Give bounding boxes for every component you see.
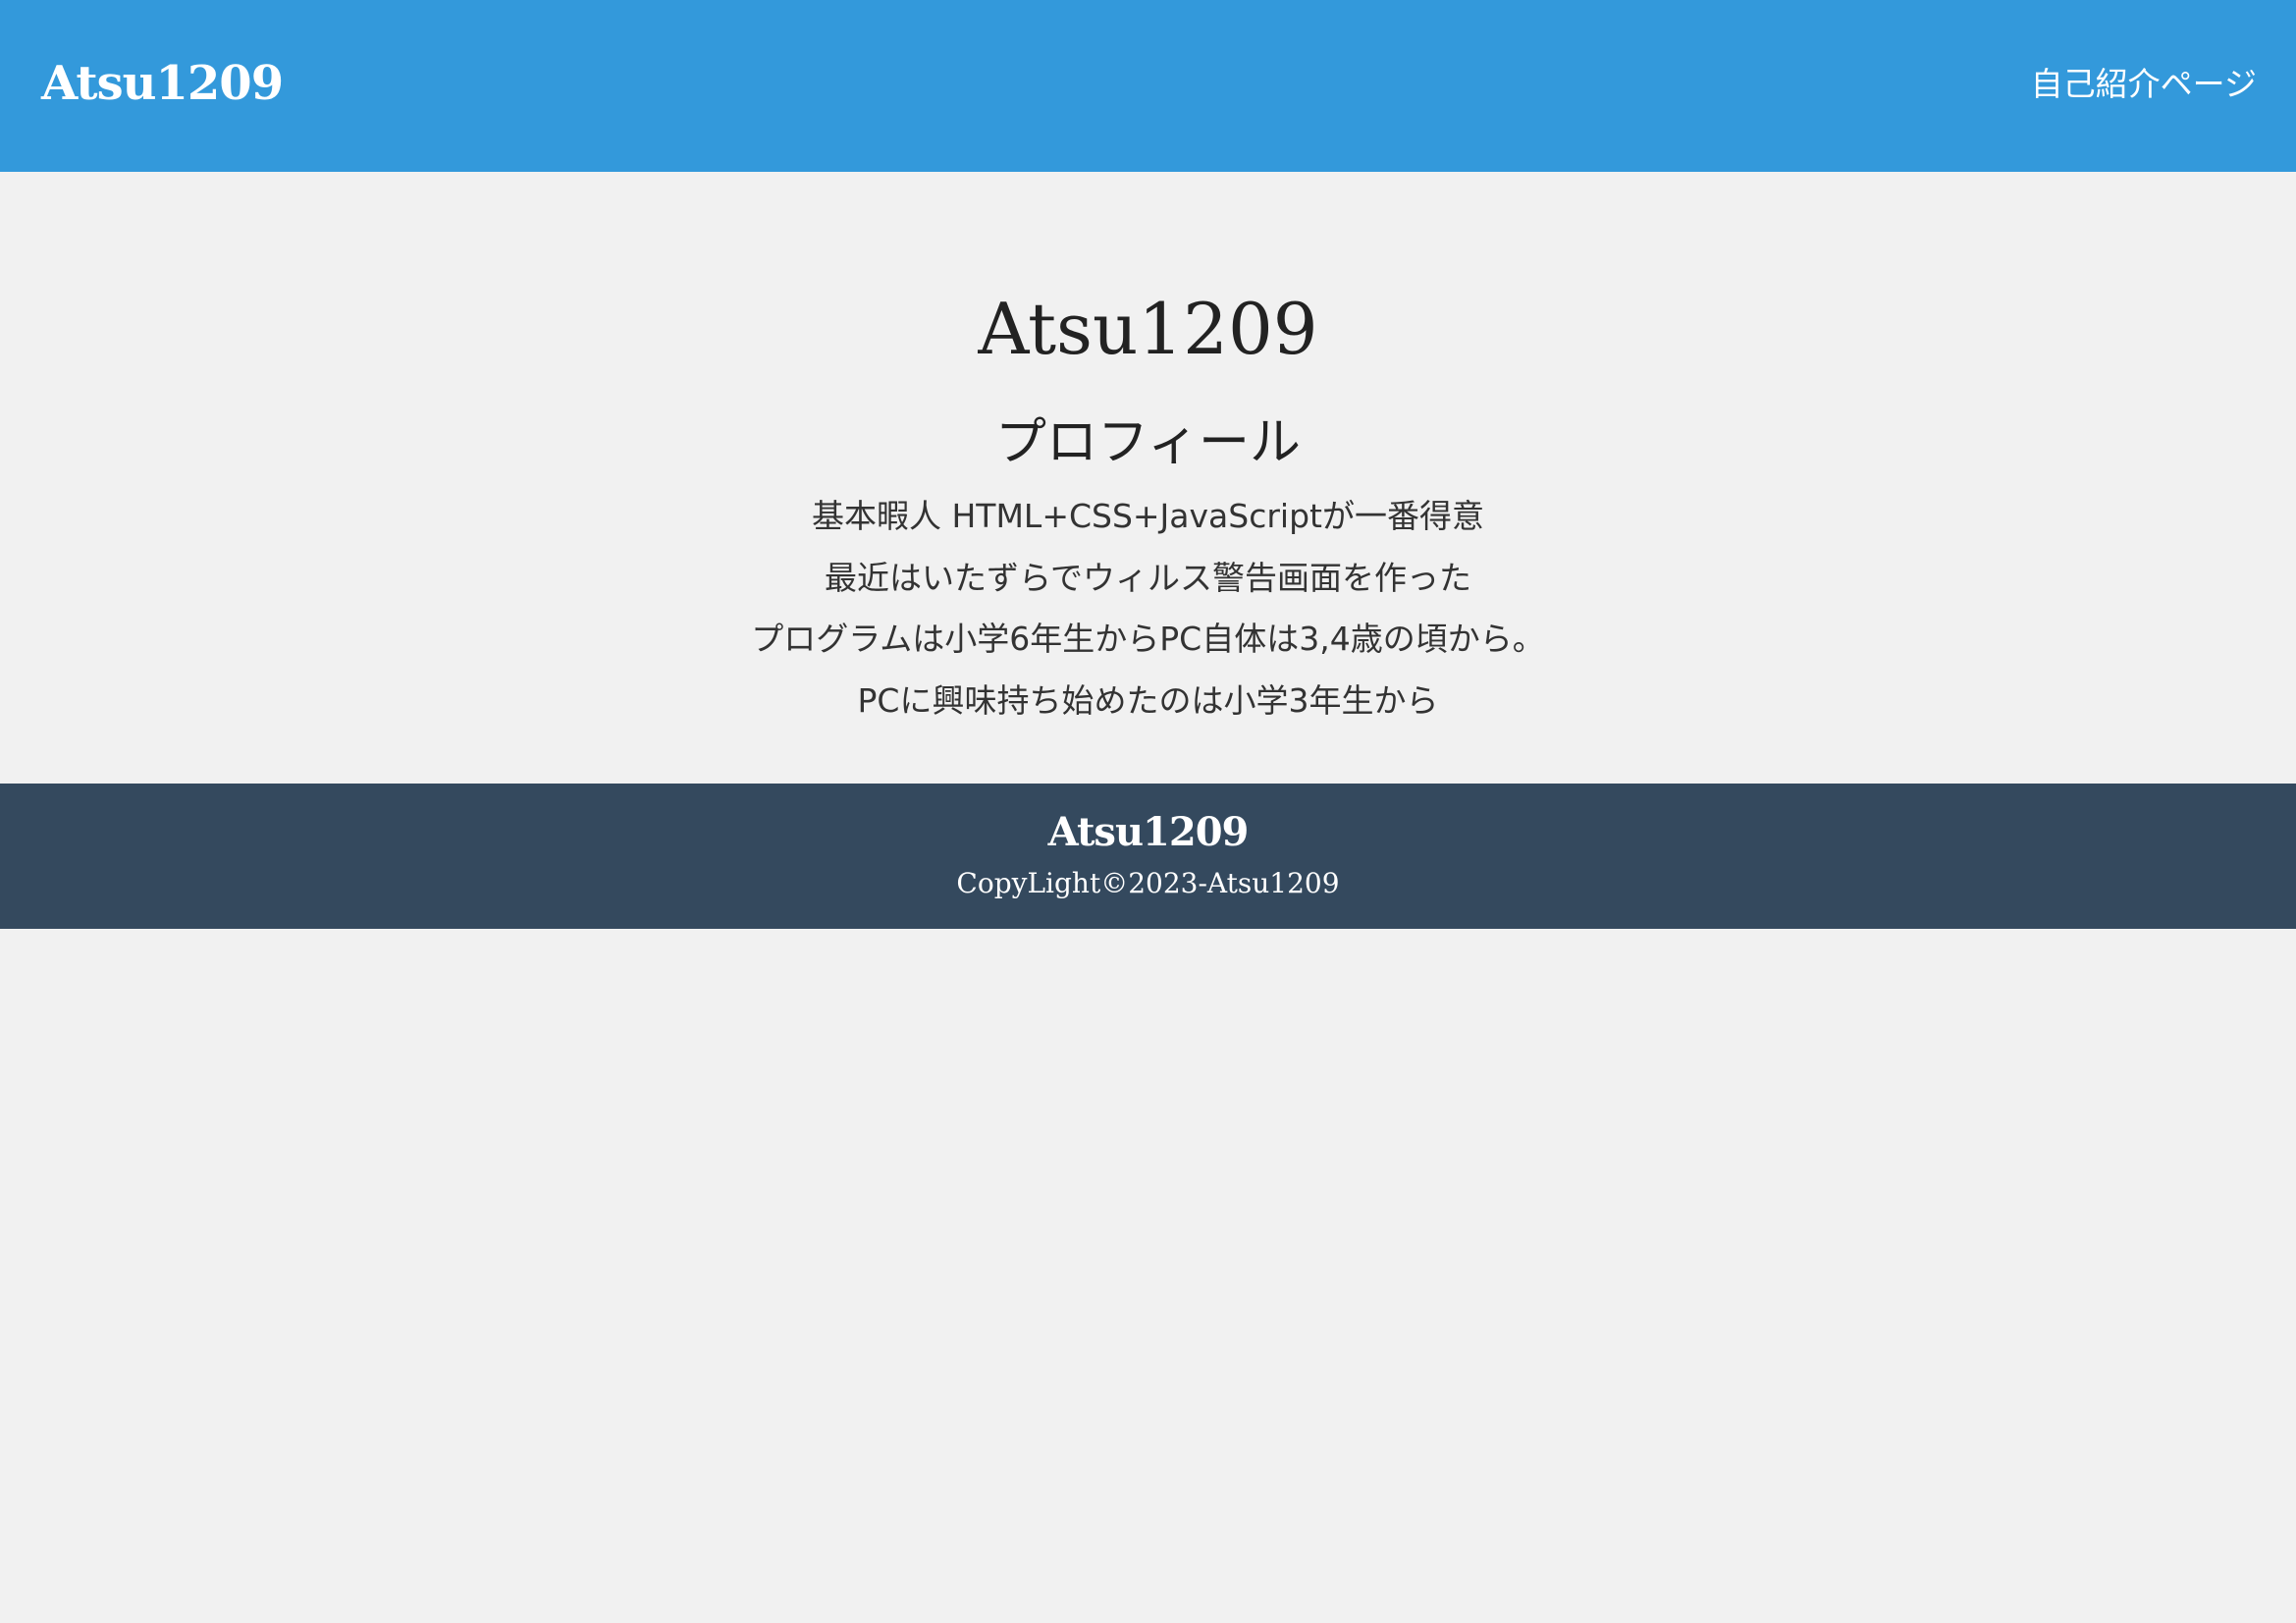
site-logo-link[interactable]: Atsu1209 bbox=[41, 49, 284, 118]
main-content: Atsu1209 プロフィール 基本暇人 HTML+CSS+JavaScript… bbox=[0, 172, 2296, 784]
site-footer: Atsu1209 CopyLight©2023-Atsu1209 bbox=[0, 784, 2296, 929]
footer-brand: Atsu1209 bbox=[1047, 809, 1250, 855]
profile-heading: プロフィール bbox=[995, 413, 1301, 472]
nav-link-self-introduction[interactable]: 自己紹介ページ bbox=[2031, 57, 2257, 112]
profile-text: 基本暇人 HTML+CSS+JavaScriptが一番得意 最近はいたずらでウィ… bbox=[0, 486, 2296, 731]
site-header: Atsu1209 自己紹介ページ bbox=[0, 0, 2296, 172]
page-title: Atsu1209 bbox=[978, 288, 1318, 370]
profile-line: PCに興味持ち始めたのは小学3年生から bbox=[857, 680, 1439, 720]
profile-line: 基本暇人 HTML+CSS+JavaScriptが一番得意 bbox=[812, 497, 1484, 535]
profile-line: 最近はいたずらでウィルス警告画面を作った bbox=[824, 558, 1471, 597]
copyright-text: CopyLight©2023-Atsu1209 bbox=[956, 867, 1340, 899]
profile-line: プログラムは小学6年生からPC自体は3,4歳の頃から。 bbox=[751, 620, 1545, 658]
